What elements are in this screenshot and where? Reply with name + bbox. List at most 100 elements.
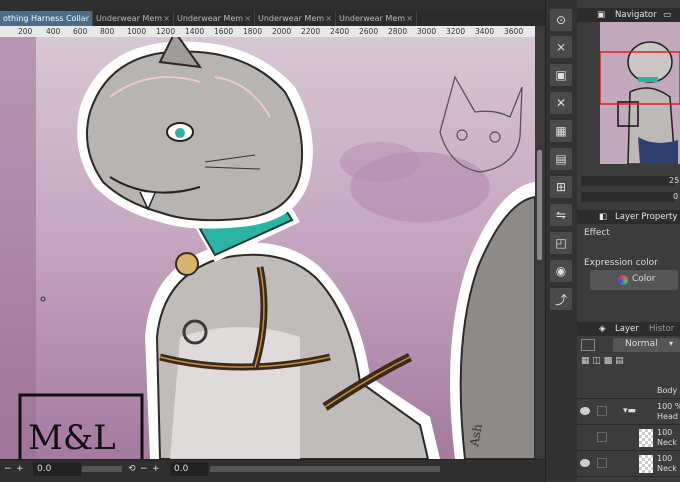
tab-underwear-4[interactable]: Underwear Mem × <box>336 11 417 26</box>
tab-label: othing Harness Collar <box>3 14 90 23</box>
ruler-tick: 200 <box>18 27 33 36</box>
menu-icon[interactable]: ▭ <box>663 8 671 22</box>
close-icon[interactable]: × <box>325 11 332 26</box>
ruler-tick: 1200 <box>156 27 176 36</box>
visibility-eye-icon[interactable] <box>580 459 590 467</box>
ruler-tick: 3400 <box>475 27 495 36</box>
layer-checkbox[interactable] <box>597 406 607 416</box>
tab-label: Underwear Mem <box>96 14 163 23</box>
layer-icon: ◈ <box>599 324 606 334</box>
tab-underwear-1[interactable]: Underwear Mem × <box>93 11 174 26</box>
layer-thumbnail <box>639 455 653 473</box>
folder-icon: ▾▬ <box>623 406 637 416</box>
ruler-tick: 3000 <box>417 27 437 36</box>
transform-icon[interactable]: ⊞ <box>550 176 572 198</box>
copy-icon[interactable]: ▣ <box>550 64 572 86</box>
ruler-tick: 2000 <box>272 27 292 36</box>
canvas-status-bar: − + 0.0 ⟲ − + 0.0 <box>0 459 545 482</box>
rotation-plus-button[interactable]: + <box>152 462 160 476</box>
ruler-tick: 1400 <box>185 27 205 36</box>
tab-label: Underwear Mem <box>258 14 325 23</box>
close-icon[interactable]: × <box>244 11 251 26</box>
visibility-eye-icon[interactable] <box>580 407 590 415</box>
history-tab[interactable]: Histor <box>649 322 674 336</box>
ref-icon[interactable]: ▤ <box>615 356 624 366</box>
flip-icon[interactable]: ⇋ <box>550 204 572 226</box>
palette-icon <box>618 275 628 285</box>
select-icon[interactable]: ◰ <box>550 232 572 254</box>
navigator-preview[interactable] <box>600 22 680 164</box>
close-icon[interactable]: × <box>82 11 89 26</box>
chevron-down-icon: ▾ <box>669 339 674 348</box>
close-icon[interactable]: × <box>163 11 170 26</box>
layer-title[interactable]: Layer <box>615 322 639 336</box>
camera-icon[interactable]: ◉ <box>550 260 572 282</box>
layers-icon[interactable]: ▤ <box>550 148 572 170</box>
ruler-tick: 600 <box>73 27 88 36</box>
navigator-title: Navigator <box>615 10 657 20</box>
close-icon[interactable]: × <box>406 11 413 26</box>
layer-name: Neck <box>657 438 677 447</box>
tab-label: Underwear Mem <box>177 14 244 23</box>
layer-header: ◈ Layer Histor <box>577 322 680 336</box>
property-icon: ◧ <box>599 212 608 222</box>
layer-checkbox[interactable] <box>597 458 607 468</box>
color-button[interactable]: Color <box>590 270 678 290</box>
grid-icon[interactable]: ▦ <box>550 120 572 142</box>
lock-icon[interactable]: ▦ <box>581 356 590 366</box>
layer-row[interactable]: 100 Neck <box>577 426 680 451</box>
ruler-tick: 1600 <box>214 27 234 36</box>
layer-name: Body <box>657 386 678 395</box>
scrollbar-thumb[interactable] <box>537 150 542 260</box>
navigator-zoom-value[interactable]: 25 <box>669 176 679 185</box>
ruler-tick: 3200 <box>446 27 466 36</box>
zoom-plus-button[interactable]: + <box>16 462 24 476</box>
rotation-input[interactable]: 0.0 <box>170 462 208 476</box>
horizontal-ruler: 200 400 600 800 1000 1200 1400 1600 1800… <box>0 26 535 37</box>
layer-property-header: ◧ Layer Property <box>577 210 680 224</box>
navigator-icon: ▣ <box>597 10 606 20</box>
zoom-minus-button[interactable]: − <box>4 462 12 476</box>
layer-row[interactable]: Body <box>577 384 680 399</box>
tab-underwear-3[interactable]: Underwear Mem × <box>255 11 336 26</box>
navigator-thumbnail <box>600 22 680 164</box>
expression-color-label: Expression color <box>584 258 658 268</box>
rotation-minus-button[interactable]: − <box>140 462 148 476</box>
zoom-input[interactable]: 0.0 <box>33 462 81 476</box>
clip-icon[interactable]: ◫ <box>592 356 601 366</box>
drawing-canvas[interactable]: M&L Ash <box>0 37 535 459</box>
tab-harness-collar[interactable]: othing Harness Collar × <box>0 11 93 26</box>
navigator-rotation-slider[interactable] <box>581 192 675 202</box>
layer-name: Neck <box>657 464 677 473</box>
zoom-slider[interactable] <box>82 466 122 472</box>
ruler-tick: 2800 <box>388 27 408 36</box>
delete-icon[interactable]: ✕ <box>550 92 572 114</box>
navigator-rotation-value[interactable]: 0 <box>673 192 678 201</box>
horizontal-scrollbar[interactable] <box>210 466 440 472</box>
layer-opacity: 100 <box>657 428 673 437</box>
export-icon[interactable]: ⤴ <box>550 288 572 310</box>
layer-row[interactable]: ▾▬ 100 % Head <box>577 400 680 425</box>
navigator-header: ▣ Navigator ▭ <box>577 8 680 22</box>
zoom-icon[interactable]: ⊙ <box>550 9 572 31</box>
navigator-zoom-slider[interactable] <box>581 176 675 186</box>
mask-icon[interactable]: ▩ <box>604 356 613 366</box>
layer-row[interactable]: 100 Neck <box>577 452 680 477</box>
layer-checkbox[interactable] <box>597 432 607 442</box>
layer-tools-row: ▦ ◫ ▩ ▤ <box>581 356 677 370</box>
blend-mode-select[interactable]: Normal ▾ <box>613 338 680 352</box>
rotate-icon[interactable]: ⟲ <box>128 462 136 476</box>
signature-text: M&L <box>28 418 116 458</box>
clear-icon[interactable]: ⨯ <box>550 36 572 58</box>
tab-underwear-2[interactable]: Underwear Mem × <box>174 11 255 26</box>
ruler-tick: 1000 <box>127 27 147 36</box>
layer-thumbnail <box>639 429 653 447</box>
document-tabs: othing Harness Collar × Underwear Mem × Un… <box>0 11 545 26</box>
toolbar-strip <box>0 0 545 11</box>
layer-color-swatch[interactable] <box>581 339 595 351</box>
blend-mode-value: Normal <box>625 339 658 349</box>
ruler-tick: 1800 <box>243 27 263 36</box>
ruler-tick: 3600 <box>504 27 524 36</box>
effect-label: Effect <box>584 228 610 238</box>
layer-property-title: Layer Property <box>615 212 678 222</box>
